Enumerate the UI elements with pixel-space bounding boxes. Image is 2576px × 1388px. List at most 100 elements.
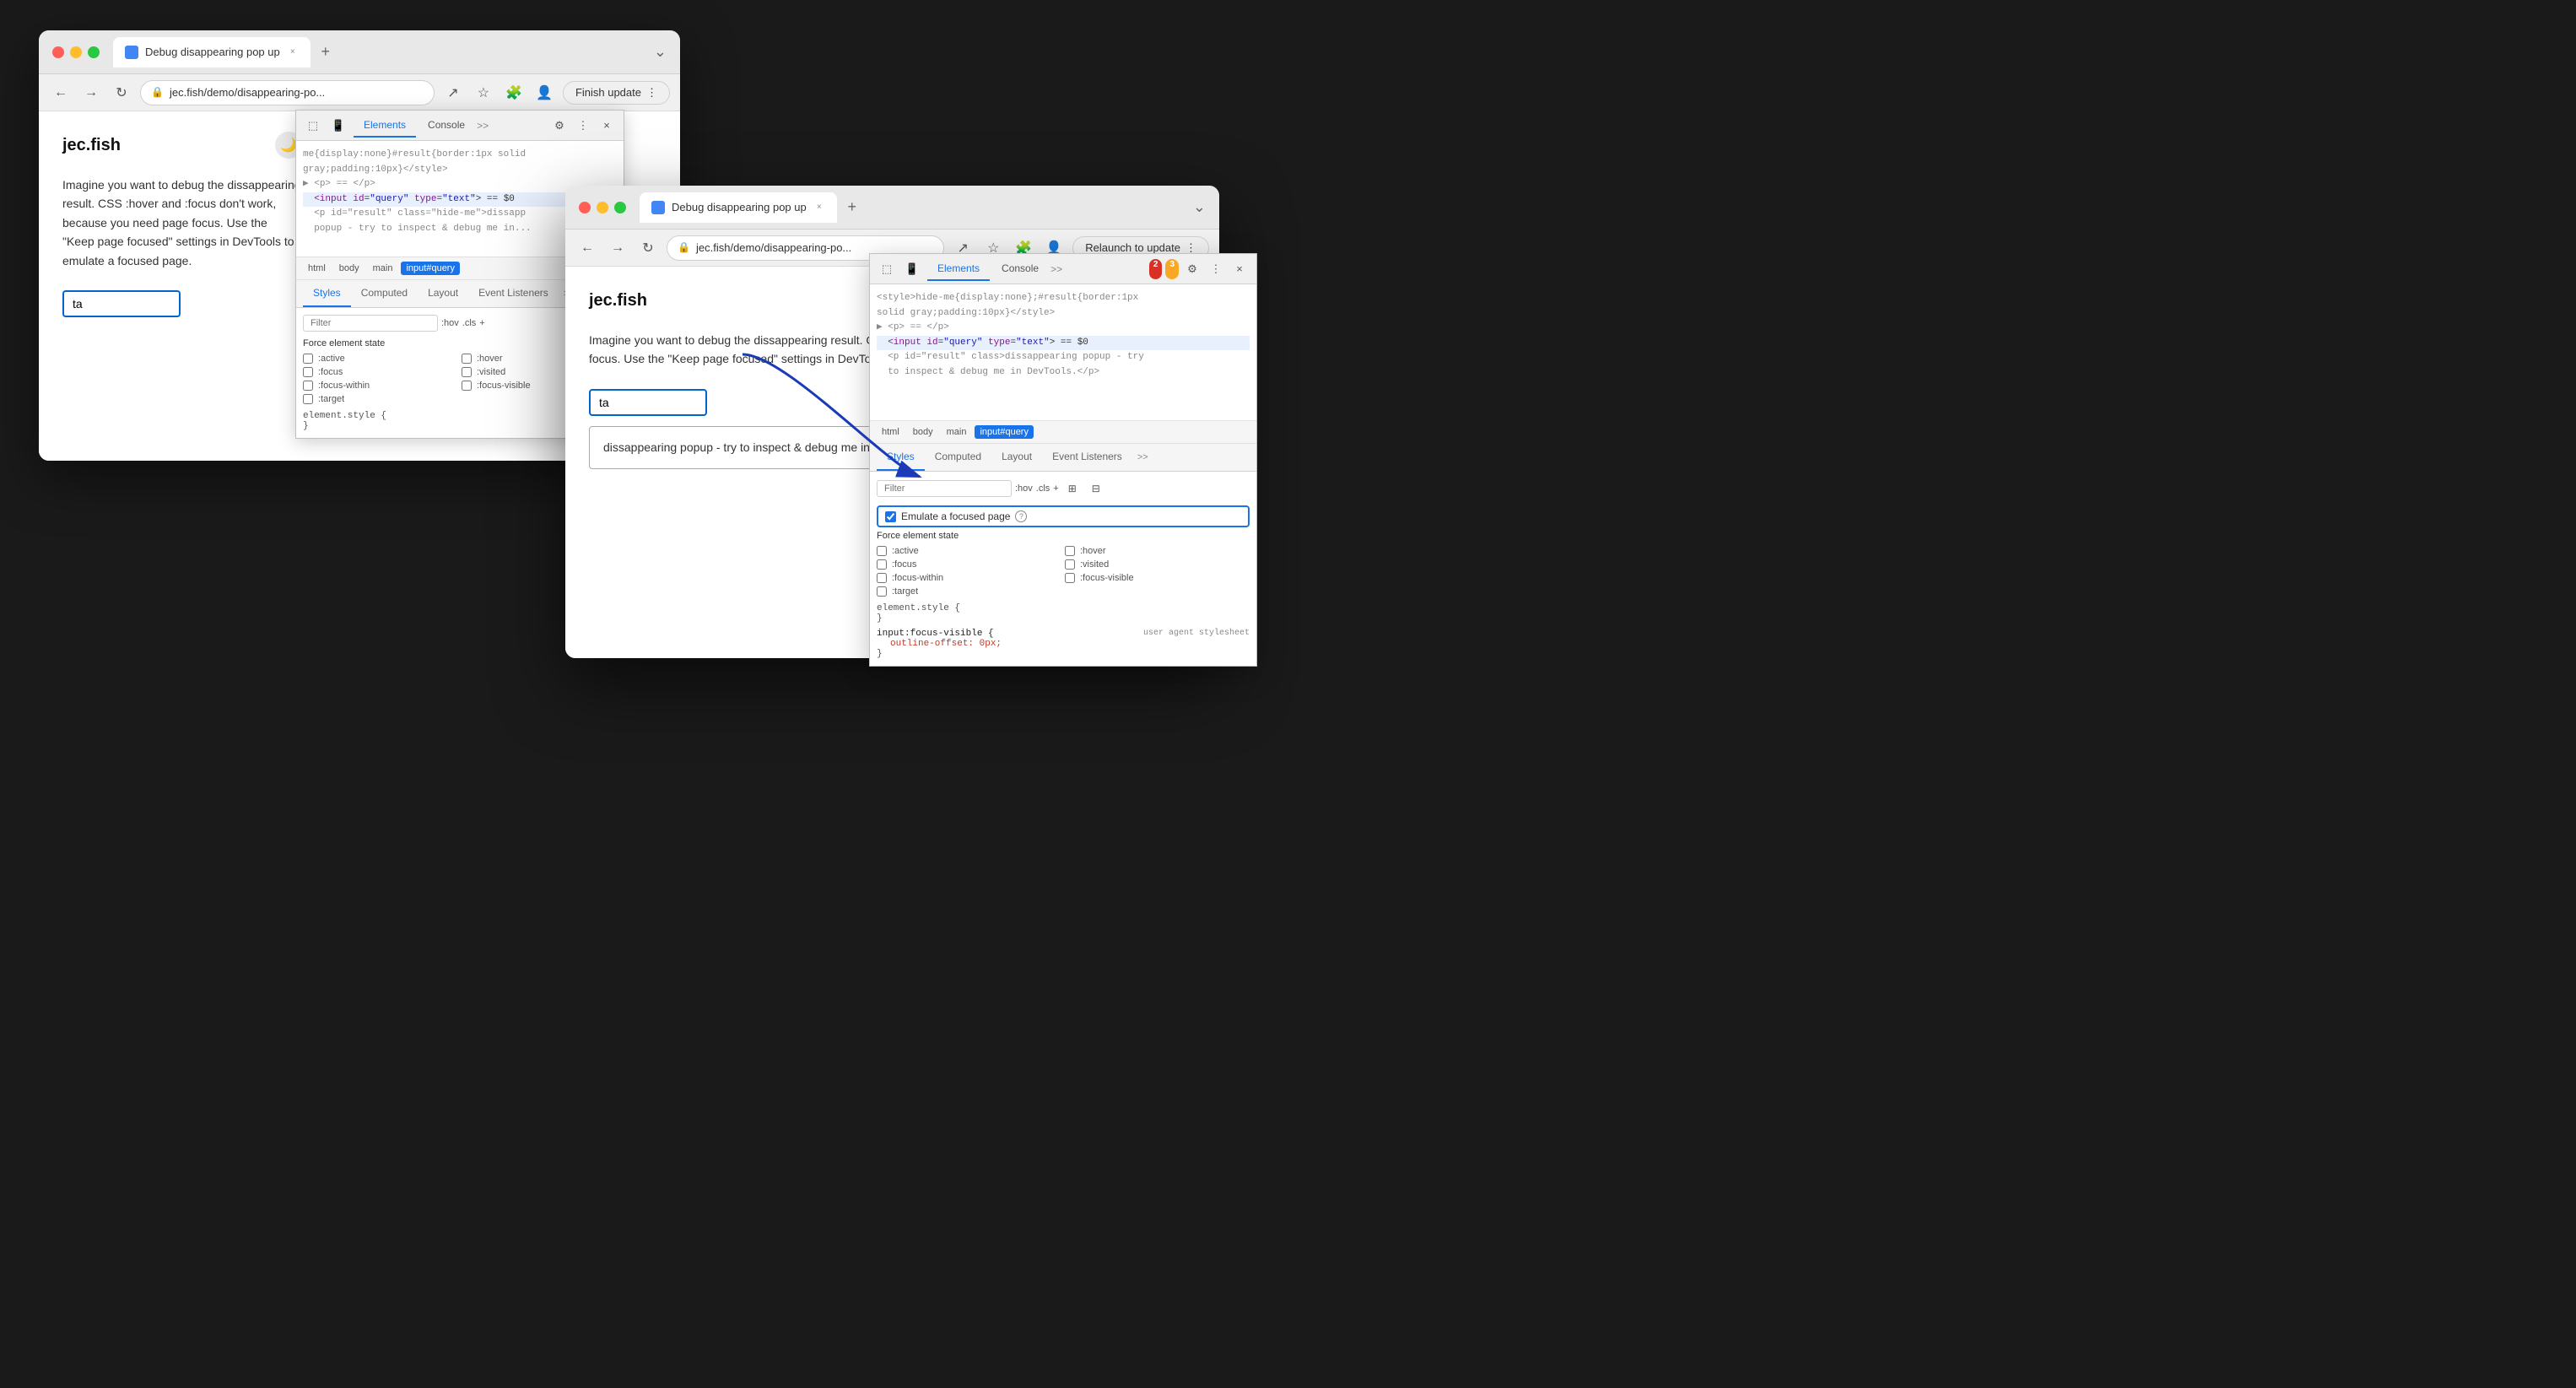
filter-input-2[interactable] bbox=[877, 480, 1012, 497]
state-target-2[interactable]: :target bbox=[877, 586, 1061, 597]
forward-button-2[interactable]: → bbox=[606, 236, 629, 260]
devtools-settings-icon-1[interactable]: ⚙ bbox=[549, 116, 570, 136]
breadcrumb-main-2[interactable]: main bbox=[942, 425, 972, 439]
tab-dropdown-2[interactable]: ⌄ bbox=[1193, 198, 1206, 216]
profile-button-1[interactable]: 👤 bbox=[532, 81, 556, 105]
tab-dropdown-1[interactable]: ⌄ bbox=[654, 43, 667, 61]
emulate-help-icon[interactable]: ? bbox=[1015, 510, 1027, 522]
state-active-2[interactable]: :active bbox=[877, 546, 1061, 556]
css-rule-focus-visible-2: input:focus-visible { user agent stylesh… bbox=[877, 629, 1250, 659]
computed-view-icon[interactable]: ⊟ bbox=[1086, 478, 1106, 499]
breadcrumb-html-1[interactable]: html bbox=[303, 262, 331, 275]
breadcrumb-main-1[interactable]: main bbox=[368, 262, 398, 275]
add-style-icon-2[interactable]: + bbox=[1053, 483, 1058, 494]
styles-panel-2: :hov .cls + ⊞ ⊟ Emulate a focused page ?… bbox=[870, 472, 1256, 666]
close-button-1[interactable] bbox=[52, 46, 64, 58]
devtools-close-icon-2[interactable]: × bbox=[1229, 259, 1250, 279]
breadcrumb-input-1[interactable]: input#query bbox=[401, 262, 460, 275]
search-input-demo-2[interactable] bbox=[589, 389, 707, 416]
tab-title-1: Debug disappearing pop up bbox=[145, 46, 280, 58]
devtools-select-icon-2[interactable]: ⬚ bbox=[877, 259, 897, 279]
devtools-close-icon-1[interactable]: × bbox=[597, 116, 617, 136]
event-listeners-tab-1[interactable]: Event Listeners bbox=[468, 280, 559, 307]
devtools-settings-icon-2[interactable]: ⚙ bbox=[1182, 259, 1202, 279]
filter-input-1[interactable] bbox=[303, 315, 438, 332]
share-button-1[interactable]: ↗ bbox=[441, 81, 465, 105]
devtools-device-icon-2[interactable]: 📱 bbox=[902, 259, 922, 279]
maximize-button-1[interactable] bbox=[88, 46, 100, 58]
computed-tab-2[interactable]: Computed bbox=[925, 444, 991, 471]
active-tab-1[interactable]: Debug disappearing pop up × bbox=[113, 37, 311, 68]
reload-button-1[interactable]: ↻ bbox=[110, 81, 133, 105]
bookmark-button-1[interactable]: ☆ bbox=[472, 81, 495, 105]
state-focus-1[interactable]: :focus bbox=[303, 367, 458, 377]
emulate-focused-container: Emulate a focused page ? bbox=[877, 505, 1250, 527]
state-focus-2[interactable]: :focus bbox=[877, 559, 1061, 570]
new-tab-button-2[interactable]: + bbox=[840, 196, 864, 219]
devtools-tab-elements-2[interactable]: Elements bbox=[927, 257, 990, 281]
devtools-more-icon-2[interactable]: ⋮ bbox=[1206, 259, 1226, 279]
reload-button-2[interactable]: ↻ bbox=[636, 236, 660, 260]
back-button-2[interactable]: ← bbox=[575, 236, 599, 260]
new-tab-button-1[interactable]: + bbox=[314, 41, 338, 64]
event-listeners-tab-2[interactable]: Event Listeners bbox=[1042, 444, 1132, 471]
state-target-1[interactable]: :target bbox=[303, 394, 458, 404]
url-text-1: jec.fish/demo/disappearing-po... bbox=[170, 86, 325, 99]
layout-tab-2[interactable]: Layout bbox=[991, 444, 1042, 471]
address-security-icon: 🔒 bbox=[151, 86, 165, 100]
dt2-code-line-1: <style>hide-me{display:none};#result{bor… bbox=[877, 291, 1250, 306]
cls-toggle-1[interactable]: .cls bbox=[462, 318, 477, 328]
computed-tab-1[interactable]: Computed bbox=[351, 280, 418, 307]
state-focus-within-1[interactable]: :focus-within bbox=[303, 381, 458, 391]
styles-tab-2[interactable]: Styles bbox=[877, 444, 925, 471]
maximize-button-2[interactable] bbox=[614, 202, 626, 213]
minimize-button-2[interactable] bbox=[597, 202, 608, 213]
state-hover-2[interactable]: :hover bbox=[1065, 546, 1250, 556]
back-button-1[interactable]: ← bbox=[49, 81, 73, 105]
devtools-select-icon[interactable]: ⬚ bbox=[303, 116, 323, 136]
minimize-button-1[interactable] bbox=[70, 46, 82, 58]
devtools-tab-console-2[interactable]: Console bbox=[991, 257, 1049, 281]
devtools-tab-elements-1[interactable]: Elements bbox=[354, 114, 416, 138]
breadcrumb-html-2[interactable]: html bbox=[877, 425, 905, 439]
breadcrumb-body-2[interactable]: body bbox=[908, 425, 938, 439]
dt2-code-line-3: ▶ <p> == </p> bbox=[877, 321, 1250, 336]
styles-tab-1[interactable]: Styles bbox=[303, 280, 351, 307]
breadcrumb-input-2[interactable]: input#query bbox=[975, 425, 1034, 439]
devtools-more-tabs-1[interactable]: >> bbox=[477, 120, 489, 132]
breadcrumb-body-1[interactable]: body bbox=[334, 262, 365, 275]
state-focus-within-2[interactable]: :focus-within bbox=[877, 573, 1061, 583]
devtools-toolbar-2: ⬚ 📱 Elements Console >> 2 3 ⚙ ⋮ × bbox=[870, 254, 1256, 284]
state-focus-visible-2[interactable]: :focus-visible bbox=[1065, 573, 1250, 583]
devtools-more-icon-1[interactable]: ⋮ bbox=[573, 116, 593, 136]
emulate-focused-checkbox[interactable] bbox=[885, 511, 896, 522]
devtools-device-icon[interactable]: 📱 bbox=[328, 116, 348, 136]
state-active-1[interactable]: :active bbox=[303, 354, 458, 364]
warning-badge-2: 3 bbox=[1165, 259, 1179, 279]
hov-toggle-2[interactable]: :hov bbox=[1015, 483, 1033, 494]
dt2-code-line-highlighted[interactable]: <input id="query" type="text"> == $0 bbox=[877, 336, 1250, 351]
state-visited-2[interactable]: :visited bbox=[1065, 559, 1250, 570]
devtools-more-tabs-2[interactable]: >> bbox=[1050, 263, 1062, 275]
styles-more-tabs-2[interactable]: >> bbox=[1132, 446, 1153, 469]
page-description-1: Imagine you want to debug the dissappear… bbox=[62, 176, 302, 270]
toolbar-1: ← → ↻ 🔒 jec.fish/demo/disappearing-po...… bbox=[39, 74, 680, 111]
devtools-tab-console-1[interactable]: Console bbox=[418, 114, 475, 138]
add-style-icon-1[interactable]: + bbox=[479, 318, 484, 328]
cls-toggle-2[interactable]: .cls bbox=[1036, 483, 1050, 494]
extension-button-1[interactable]: 🧩 bbox=[502, 81, 526, 105]
forward-button-1[interactable]: → bbox=[79, 81, 103, 105]
hov-toggle-1[interactable]: :hov bbox=[441, 318, 459, 328]
address-bar-1[interactable]: 🔒 jec.fish/demo/disappearing-po... bbox=[140, 80, 435, 105]
tab-close-2[interactable]: × bbox=[813, 202, 825, 213]
search-input-demo-1[interactable] bbox=[62, 290, 181, 317]
site-title-1: jec.fish 🌙 bbox=[62, 132, 302, 159]
styles-toolbar-2: :hov .cls + ⊞ ⊟ bbox=[877, 478, 1250, 499]
tab-close-1[interactable]: × bbox=[287, 46, 299, 58]
tab-favicon-2 bbox=[651, 201, 665, 214]
close-button-2[interactable] bbox=[579, 202, 591, 213]
active-tab-2[interactable]: Debug disappearing pop up × bbox=[640, 192, 837, 223]
layout-view-icon[interactable]: ⊞ bbox=[1062, 478, 1083, 499]
layout-tab-1[interactable]: Layout bbox=[418, 280, 468, 307]
update-button-1[interactable]: Finish update ⋮ bbox=[563, 81, 670, 105]
